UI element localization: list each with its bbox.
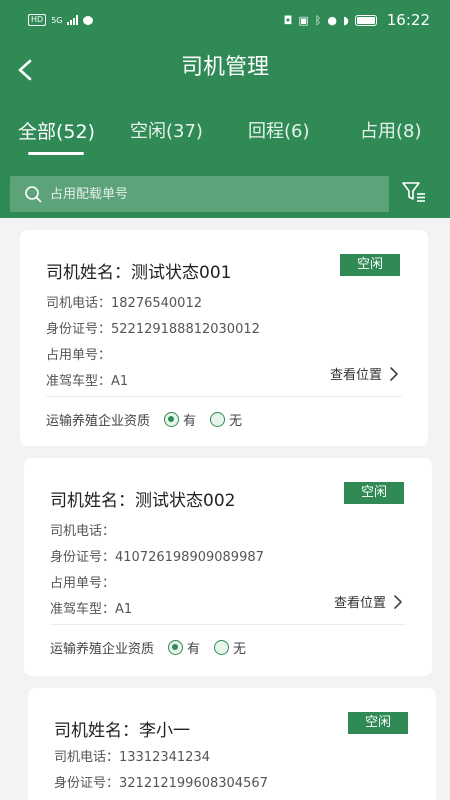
- hd-indicator: HD: [28, 14, 47, 26]
- app-header: HD 5G ◘ ▣ ᛒ ● ◗ 16:22 司机管理 全部(52) 空闲(37)…: [0, 0, 450, 218]
- phone-row: 司机电话：13312341234: [54, 746, 210, 765]
- network-type: 5G: [51, 15, 63, 25]
- driver-card[interactable]: 司机姓名：测试状态002 空闲 司机电话： 身份证号：4107261989090…: [24, 458, 432, 676]
- id-label: 身份证号：: [46, 322, 112, 337]
- status-right: ◘ ▣ ᛒ ● ◗ 16:22: [284, 11, 430, 29]
- tab-return[interactable]: 回程(6): [248, 116, 310, 148]
- search-input[interactable]: [50, 186, 350, 202]
- radio-unchecked-icon: [210, 412, 226, 427]
- status-badge: 空闲: [344, 482, 404, 504]
- nfc-icon: ◘: [283, 13, 293, 27]
- tab-idle[interactable]: 空闲(37): [130, 116, 203, 148]
- radio-checked-icon: [168, 640, 184, 655]
- status-bar: HD 5G ◘ ▣ ᛒ ● ◗ 16:22: [0, 0, 450, 36]
- card-divider: [46, 396, 402, 397]
- driver-name: 测试状态001: [131, 263, 232, 283]
- search-bar: [10, 176, 389, 212]
- driver-list: 司机姓名：测试状态001 空闲 司机电话：18276540012 身份证号：52…: [0, 218, 450, 800]
- name-label: 司机姓名：: [54, 721, 139, 741]
- yes-label: 有: [183, 414, 197, 429]
- license-row: 准驾车型：A1: [46, 370, 128, 389]
- id-row: 身份证号：410726198909089987: [50, 546, 264, 565]
- driver-name: 李小一: [139, 721, 190, 741]
- qualification-no-radio[interactable]: 无: [214, 638, 246, 657]
- message-icon: [83, 15, 94, 25]
- no-label: 无: [233, 642, 247, 657]
- tab-occupied[interactable]: 占用(8): [360, 116, 422, 148]
- id-row: 身份证号：321212199608304567: [54, 772, 268, 791]
- qualification-label: 运输养殖企业资质: [46, 414, 151, 429]
- phone-label: 司机电话：: [46, 296, 112, 311]
- name-label: 司机姓名：: [50, 491, 135, 511]
- driver-name: 测试状态002: [135, 491, 236, 511]
- name-label: 司机姓名：: [46, 263, 131, 283]
- clock: 16:22: [386, 11, 430, 29]
- card-divider: [50, 624, 406, 625]
- wifi-icon: ◗: [342, 13, 349, 27]
- occupied-no-row: 占用单号：: [46, 344, 111, 363]
- location-icon: ●: [327, 13, 337, 27]
- driver-license: A1: [111, 374, 129, 389]
- phone-label: 司机电话：: [50, 524, 116, 539]
- radio-unchecked-icon: [214, 640, 230, 655]
- driver-card[interactable]: 司机姓名：李小一 空闲 司机电话：13312341234 身份证号：321212…: [28, 688, 436, 800]
- tab-all[interactable]: 全部(52): [18, 116, 95, 148]
- driver-id-number: 522129188812030012: [111, 322, 260, 337]
- filter-icon: [402, 182, 425, 202]
- id-label: 身份证号：: [54, 776, 120, 791]
- chevron-right-icon: [394, 594, 402, 609]
- occupied-no-row: 占用单号：: [50, 572, 115, 591]
- filter-button[interactable]: [400, 178, 428, 206]
- yes-label: 有: [187, 642, 201, 657]
- qualification-yes-radio[interactable]: 有: [168, 638, 200, 657]
- driver-id-number: 321212199608304567: [119, 776, 268, 791]
- status-left: HD 5G: [28, 14, 94, 26]
- occupied-no-label: 占用单号：: [46, 348, 112, 363]
- chevron-right-icon: [390, 366, 398, 381]
- view-location-link[interactable]: 查看位置: [330, 364, 400, 383]
- view-location-label: 查看位置: [333, 596, 386, 611]
- qualification-row: 运输养殖企业资质 有 无: [50, 638, 246, 657]
- license-label: 准驾车型：: [46, 374, 112, 389]
- driver-phone: 13312341234: [119, 750, 210, 765]
- qualification-yes-radio[interactable]: 有: [164, 410, 196, 429]
- view-location-link[interactable]: 查看位置: [334, 592, 404, 611]
- page-title: 司机管理: [180, 55, 269, 80]
- active-tab-indicator: [28, 152, 84, 155]
- vibrate-icon: ▣: [298, 13, 309, 27]
- id-row: 身份证号：522129188812030012: [46, 318, 260, 337]
- license-row: 准驾车型：A1: [50, 598, 132, 617]
- qualification-row: 运输养殖企业资质 有 无: [46, 410, 242, 429]
- driver-phone: 18276540012: [111, 296, 202, 311]
- radio-checked-icon: [164, 412, 180, 427]
- no-label: 无: [229, 414, 243, 429]
- driver-name-row: 司机姓名：李小一: [54, 716, 190, 741]
- driver-card[interactable]: 司机姓名：测试状态001 空闲 司机电话：18276540012 身份证号：52…: [20, 230, 428, 446]
- phone-label: 司机电话：: [54, 750, 120, 765]
- tab-bar: 全部(52) 空闲(37) 回程(6) 占用(8): [0, 116, 450, 162]
- qualification-label: 运输养殖企业资质: [50, 642, 155, 657]
- signal-icon: [67, 15, 79, 25]
- bluetooth-icon: ᛒ: [314, 13, 322, 27]
- driver-license: A1: [115, 602, 133, 617]
- search-icon: [25, 186, 42, 203]
- driver-name-row: 司机姓名：测试状态002: [50, 486, 235, 511]
- phone-row: 司机电话：18276540012: [46, 292, 202, 311]
- id-label: 身份证号：: [50, 550, 116, 565]
- status-badge: 空闲: [348, 712, 408, 734]
- status-badge: 空闲: [340, 254, 400, 276]
- driver-name-row: 司机姓名：测试状态001: [46, 258, 231, 283]
- occupied-no-label: 占用单号：: [50, 576, 116, 591]
- phone-row: 司机电话：: [50, 520, 115, 539]
- license-label: 准驾车型：: [50, 602, 116, 617]
- view-location-label: 查看位置: [329, 368, 382, 383]
- driver-id-number: 410726198909089987: [115, 550, 264, 565]
- qualification-no-radio[interactable]: 无: [210, 410, 242, 429]
- battery-icon: [354, 14, 377, 26]
